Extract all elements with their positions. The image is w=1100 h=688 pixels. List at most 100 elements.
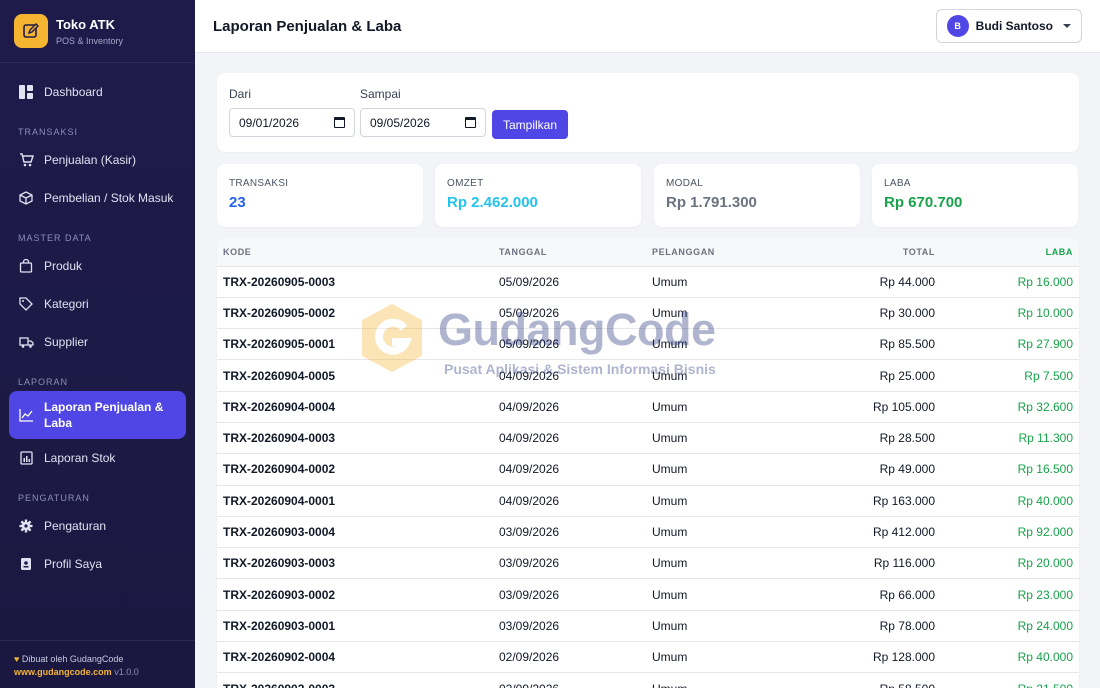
cell-pelanggan: Umum xyxy=(652,422,802,455)
table-row[interactable]: TRX-20260904-0002 04/09/2026 Umum Rp 49.000… xyxy=(217,453,1079,486)
table-row[interactable]: TRX-20260904-0001 04/09/2026 Umum Rp 163.00… xyxy=(217,485,1079,517)
sales-table: KODE TANGGAL PELANGGAN TOTAL LABA TRX-20… xyxy=(217,239,1079,688)
edit-square-icon xyxy=(14,14,48,48)
cell-laba: Rp 92.000 xyxy=(935,516,1079,549)
cell-tanggal: 04/09/2026 xyxy=(499,453,652,486)
table-row[interactable]: TRX-20260903-0003 03/09/2026 Umum Rp 116.00… xyxy=(217,547,1079,580)
stat-modal: MODAL Rp 1.791.300 xyxy=(654,164,860,227)
table-row[interactable]: TRX-20260903-0002 03/09/2026 Umum Rp 66.000… xyxy=(217,578,1079,611)
sidebar-item-label: Laporan Stok xyxy=(44,451,116,465)
cell-kode: TRX-20260903-0002 xyxy=(217,578,499,611)
table-row[interactable]: TRX-20260904-0003 04/09/2026 Umum Rp 28.500… xyxy=(217,422,1079,455)
cell-tanggal: 05/09/2026 xyxy=(499,328,652,361)
user-name: Budi Santoso xyxy=(975,19,1053,33)
cell-total: Rp 25.000 xyxy=(802,359,935,392)
footer-credit: Dibuat oleh GudangCode xyxy=(21,654,124,664)
dashboard-icon xyxy=(18,84,34,100)
stat-laba: LABA Rp 670.700 xyxy=(872,164,1078,227)
col-kode: KODE xyxy=(217,239,499,267)
sidebar-item-penjualan[interactable]: Penjualan (Kasir) xyxy=(0,141,186,179)
from-date-input[interactable]: 09/01/2026 xyxy=(229,108,355,137)
to-date-value: 09/05/2026 xyxy=(370,115,431,130)
table-row[interactable]: TRX-20260905-0002 05/09/2026 Umum Rp 30.000… xyxy=(217,297,1079,330)
bag-icon xyxy=(18,258,34,274)
stat-omzet: OMZET Rp 2.462.000 xyxy=(435,164,641,227)
table-row[interactable]: TRX-20260904-0005 04/09/2026 Umum Rp 25.000… xyxy=(217,359,1079,392)
cell-kode: TRX-20260902-0004 xyxy=(217,641,499,674)
cell-kode: TRX-20260904-0001 xyxy=(217,485,499,517)
cell-total: Rp 49.000 xyxy=(802,453,935,486)
table-row[interactable]: TRX-20260905-0001 05/09/2026 Umum Rp 85.500… xyxy=(217,328,1079,361)
footer-url[interactable]: www.gudangcode.com xyxy=(14,667,112,677)
cell-laba: Rp 11.300 xyxy=(935,422,1079,455)
sidebar-item-produk[interactable]: Produk xyxy=(0,247,186,285)
cell-total: Rp 85.500 xyxy=(802,328,935,361)
user-menu-button[interactable]: B Budi Santoso xyxy=(935,9,1082,43)
cell-kode: TRX-20260903-0004 xyxy=(217,516,499,549)
sidebar-item-label: Supplier xyxy=(44,335,89,349)
sidebar-item-label: Produk xyxy=(44,259,83,273)
table-header-row: KODE TANGGAL PELANGGAN TOTAL LABA xyxy=(217,239,1079,267)
sidebar-item-label: Laporan Penjualan & Laba xyxy=(44,400,164,430)
table-row[interactable]: TRX-20260902-0004 02/09/2026 Umum Rp 128.00… xyxy=(217,641,1079,674)
sidebar-item-label: Kategori xyxy=(44,297,89,311)
table-row[interactable]: TRX-20260905-0003 05/09/2026 Umum Rp 44.000… xyxy=(217,266,1079,298)
table-row[interactable]: TRX-20260902-000302/09/2026UmumRp 58.500… xyxy=(217,672,1079,688)
cell-total: Rp 30.000 xyxy=(802,297,935,330)
cell-kode: TRX-20260905-0002 xyxy=(217,297,499,330)
section-transaksi: TRANSAKSI xyxy=(18,127,79,137)
cell-pelanggan: Umum xyxy=(652,641,802,674)
calendar-icon[interactable] xyxy=(465,117,476,128)
col-tanggal: TANGGAL xyxy=(499,239,652,267)
sidebar-footer: ♥ Dibuat oleh GudangCode www.gudangcode.… xyxy=(0,640,195,688)
sidebar-item-kategori[interactable]: Kategori xyxy=(0,285,186,323)
sidebar-item-label: Pengaturan xyxy=(44,519,107,533)
cell-laba: Rp 10.000 xyxy=(935,297,1079,330)
sidebar-item-label: Profil Saya xyxy=(44,557,103,571)
gear-icon xyxy=(18,518,34,534)
line-chart-icon xyxy=(18,407,34,423)
cell-tanggal: 04/09/2026 xyxy=(499,359,652,392)
cell-laba: Rp 27.900 xyxy=(935,328,1079,361)
cell-total: Rp 66.000 xyxy=(802,578,935,611)
table-body: TRX-20260905-0003 05/09/2026 Umum Rp 44.000… xyxy=(217,266,1079,688)
cell-pelanggan: Umum xyxy=(652,266,802,298)
cell-pelanggan: Umum xyxy=(652,547,802,580)
stat-label: OMZET xyxy=(447,178,484,189)
cell-total: Rp 163.000 xyxy=(802,485,935,517)
sidebar-item-profil[interactable]: Profil Saya xyxy=(0,545,186,583)
cell-total: Rp 116.000 xyxy=(802,547,935,580)
cell-kode: TRX-20260903-0001 xyxy=(217,610,499,643)
heart-icon: ♥ xyxy=(14,654,20,664)
cell-kode: TRX-20260904-0004 xyxy=(217,391,499,423)
to-date-input[interactable]: 09/05/2026 xyxy=(360,108,486,137)
sidebar-nav: Dashboard TRANSAKSI Penjualan (Kasir) Pe… xyxy=(0,63,195,583)
sidebar-item-pembelian[interactable]: Pembelian / Stok Masuk xyxy=(0,179,186,217)
table-row[interactable]: TRX-20260903-0004 03/09/2026 Umum Rp 412.00… xyxy=(217,516,1079,549)
calendar-icon[interactable] xyxy=(334,117,345,128)
tampilkan-button[interactable]: Tampilkan xyxy=(492,110,568,139)
sidebar-item-laporan-penjualan[interactable]: Laporan Penjualan & Laba xyxy=(9,391,186,439)
cell-kode: TRX-20260904-0005 xyxy=(217,359,499,392)
tag-icon xyxy=(18,296,34,312)
cell-laba: Rp 20.000 xyxy=(935,547,1079,580)
sidebar-item-supplier[interactable]: Supplier xyxy=(0,323,186,361)
table-row[interactable]: TRX-20260903-0001 03/09/2026 Umum Rp 78.000… xyxy=(217,610,1079,643)
sidebar-item-pengaturan[interactable]: Pengaturan xyxy=(0,507,186,545)
cell-pelanggan: Umum xyxy=(652,672,802,688)
sales-table-card: KODE TANGGAL PELANGGAN TOTAL LABA TRX-20… xyxy=(217,239,1079,688)
cell-laba: Rp 16.000 xyxy=(935,266,1079,298)
sidebar: Toko ATK POS & Inventory Dashboard TRANS… xyxy=(0,0,195,688)
cell-laba: Rp 40.000 xyxy=(935,641,1079,674)
brand[interactable]: Toko ATK POS & Inventory xyxy=(0,0,195,63)
cell-kode: TRX-20260904-0002 xyxy=(217,453,499,486)
cell-laba: Rp 24.000 xyxy=(935,610,1079,643)
table-row[interactable]: TRX-20260904-0004 04/09/2026 Umum Rp 105.00… xyxy=(217,391,1079,423)
cell-laba: Rp 7.500 xyxy=(935,359,1079,392)
brand-subtitle: POS & Inventory xyxy=(56,35,124,46)
from-group: Dari 09/01/2026 xyxy=(229,87,355,137)
sidebar-item-laporan-stok[interactable]: Laporan Stok xyxy=(0,439,186,477)
col-total: TOTAL xyxy=(802,239,935,267)
sidebar-item-dashboard[interactable]: Dashboard xyxy=(0,73,186,111)
cell-laba: Rp 23.000 xyxy=(935,578,1079,611)
